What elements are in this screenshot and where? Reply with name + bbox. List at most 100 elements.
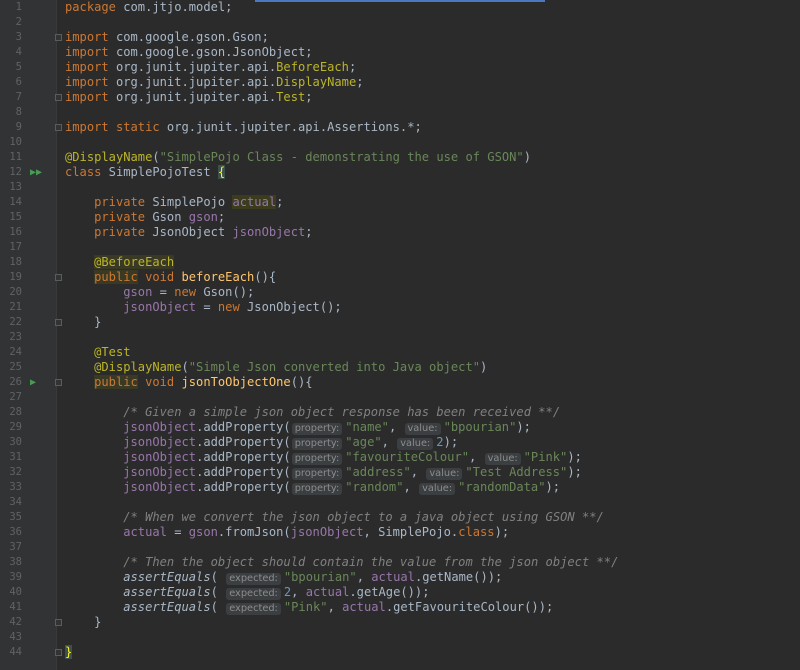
param-hint: value: xyxy=(426,468,462,480)
code-line-11[interactable]: 11@DisplayName("SimplePojo Class - demon… xyxy=(0,150,800,165)
expression: , SimplePojo. xyxy=(364,525,459,539)
code-line-17[interactable]: 17 xyxy=(0,240,800,255)
expression: Gson(); xyxy=(196,285,254,299)
brace: } xyxy=(94,615,101,629)
code-line-44[interactable]: 44} xyxy=(0,645,800,660)
code-line-20[interactable]: 20 gson = new Gson(); xyxy=(0,285,800,300)
code-line-10[interactable]: 10 xyxy=(0,135,800,150)
number-literal: 2 xyxy=(284,585,291,599)
field-name: gson xyxy=(189,210,218,224)
code-line-4[interactable]: 4import com.google.gson.JsonObject; xyxy=(0,45,800,60)
string-literal: "Pink" xyxy=(284,600,328,614)
code-line-21[interactable]: 21 jsonObject = new JsonObject(); xyxy=(0,300,800,315)
code-line-34[interactable]: 34 xyxy=(0,495,800,510)
punctuation: ); xyxy=(495,525,510,539)
string-literal: "Simple Json converted into Java object" xyxy=(189,360,480,374)
code-line-7[interactable]: 7import org.junit.jupiter.api.Test; xyxy=(0,90,800,105)
line-number: 40 xyxy=(0,585,22,600)
keyword: class xyxy=(458,525,494,539)
annotation-name: Test xyxy=(276,90,305,104)
method-call: .fromJson( xyxy=(218,525,291,539)
code-line-27[interactable]: 27 xyxy=(0,390,800,405)
code-line-19[interactable]: 19 public void beforeEach(){ xyxy=(0,270,800,285)
code-line-9[interactable]: 9import static org.junit.jupiter.api.Ass… xyxy=(0,120,800,135)
fold-icon[interactable] xyxy=(55,379,62,386)
code-line-5[interactable]: 5import org.junit.jupiter.api.BeforeEach… xyxy=(0,60,800,75)
code-line-31[interactable]: 31 jsonObject.addProperty(property:"favo… xyxy=(0,450,800,465)
method-name: beforeEach xyxy=(174,270,254,284)
fold-icon[interactable] xyxy=(55,274,62,281)
code-line-38[interactable]: 38 /* Then the object should contain the… xyxy=(0,555,800,570)
number-literal: 2 xyxy=(436,435,443,449)
fold-icon[interactable] xyxy=(55,619,62,626)
keyword: package xyxy=(65,0,116,14)
keyword: public xyxy=(94,375,138,389)
code-line-24[interactable]: 24 @Test xyxy=(0,345,800,360)
keyword: import xyxy=(65,30,109,44)
code-line-29[interactable]: 29 jsonObject.addProperty(property:"name… xyxy=(0,420,800,435)
code-line-39[interactable]: 39 assertEquals( expected:"bpourian", ac… xyxy=(0,570,800,585)
fold-icon[interactable] xyxy=(55,94,62,101)
line-number: 9 xyxy=(0,120,22,135)
code-line-6[interactable]: 6import org.junit.jupiter.api.DisplayNam… xyxy=(0,75,800,90)
line-number: 23 xyxy=(0,330,22,345)
code-line-32[interactable]: 32 jsonObject.addProperty(property:"addr… xyxy=(0,465,800,480)
param-hint: property: xyxy=(292,453,343,465)
keyword: import xyxy=(65,45,109,59)
code-line-36[interactable]: 36 actual = gson.fromJson(jsonObject, Si… xyxy=(0,525,800,540)
field-name: jsonObject xyxy=(123,300,196,314)
string-literal: "SimplePojo Class - demonstrating the us… xyxy=(160,150,524,164)
line-number: 43 xyxy=(0,630,22,645)
code-line-22[interactable]: 22 } xyxy=(0,315,800,330)
param-hint: value: xyxy=(397,438,433,450)
comment: /* Given a simple json object response h… xyxy=(123,405,560,419)
code-line-41[interactable]: 41 assertEquals( expected:"Pink", actual… xyxy=(0,600,800,615)
code-line-28[interactable]: 28 /* Given a simple json object respons… xyxy=(0,405,800,420)
line-number: 26 xyxy=(0,375,22,390)
code-line-15[interactable]: 15 private Gson gson; xyxy=(0,210,800,225)
run-method-icon[interactable]: ▶ xyxy=(30,375,36,390)
code-line-18[interactable]: 18 @BeforeEach xyxy=(0,255,800,270)
line-number: 11 xyxy=(0,150,22,165)
code-line-3[interactable]: 3import com.google.gson.Gson; xyxy=(0,30,800,45)
keyword: import xyxy=(65,90,109,104)
code-line-26[interactable]: 26▶ public void jsonToObjectOne(){ xyxy=(0,375,800,390)
code-line-12[interactable]: 12▶▶class SimplePojoTest { xyxy=(0,165,800,180)
annotation: @Test xyxy=(94,345,130,359)
field-name: actual xyxy=(371,570,415,584)
keyword: private xyxy=(94,195,145,209)
code-line-1[interactable]: 1package com.jtjo.model; xyxy=(0,0,800,15)
code-line-35[interactable]: 35 /* When we convert the json object to… xyxy=(0,510,800,525)
fold-icon[interactable] xyxy=(55,649,62,656)
code-line-25[interactable]: 25 @DisplayName("Simple Json converted i… xyxy=(0,360,800,375)
line-number: 16 xyxy=(0,225,22,240)
import-path: org.junit.jupiter.api. xyxy=(116,60,276,74)
code-line-8[interactable]: 8 xyxy=(0,105,800,120)
code-line-30[interactable]: 30 jsonObject.addProperty(property:"age"… xyxy=(0,435,800,450)
field-name: actual xyxy=(342,600,386,614)
fold-icon[interactable] xyxy=(55,124,62,131)
line-number: 33 xyxy=(0,480,22,495)
code-line-13[interactable]: 13 xyxy=(0,180,800,195)
field-name: jsonObject xyxy=(123,420,196,434)
expression: .getFavouriteColour()); xyxy=(386,600,553,614)
fold-icon[interactable] xyxy=(55,34,62,41)
method-call: assertEquals xyxy=(123,585,210,599)
code-line-14[interactable]: 14 private SimplePojo actual; xyxy=(0,195,800,210)
code-line-23[interactable]: 23 xyxy=(0,330,800,345)
code-line-33[interactable]: 33 jsonObject.addProperty(property:"rand… xyxy=(0,480,800,495)
code-line-40[interactable]: 40 assertEquals( expected:2, actual.getA… xyxy=(0,585,800,600)
field-name: jsonObject xyxy=(123,480,196,494)
param-hint: property: xyxy=(292,483,343,495)
package-name: com.jtjo.model; xyxy=(116,0,233,14)
code-line-2[interactable]: 2 xyxy=(0,15,800,30)
fold-icon[interactable] xyxy=(55,319,62,326)
code-line-16[interactable]: 16 private JsonObject jsonObject; xyxy=(0,225,800,240)
expression: JsonObject(); xyxy=(240,300,342,314)
method-name: jsonToObjectOne xyxy=(174,375,291,389)
code-line-37[interactable]: 37 xyxy=(0,540,800,555)
code-line-42[interactable]: 42 } xyxy=(0,615,800,630)
code-line-43[interactable]: 43 xyxy=(0,630,800,645)
run-test-icon[interactable]: ▶▶ xyxy=(30,165,42,180)
import-path: org.junit.jupiter.api. xyxy=(116,75,276,89)
